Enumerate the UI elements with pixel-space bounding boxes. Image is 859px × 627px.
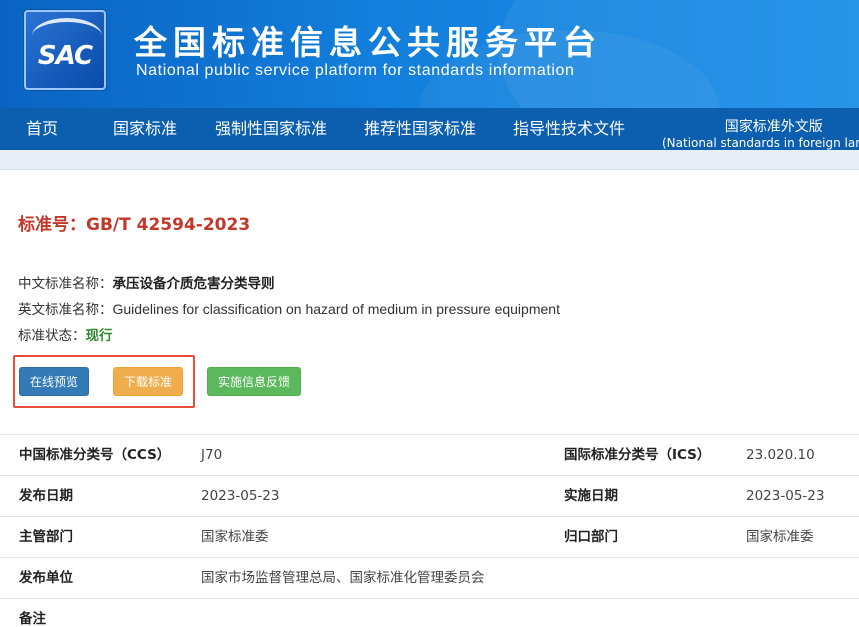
table-row: 备注 (0, 598, 859, 627)
publish-date-value: 2023-05-23 (201, 488, 280, 504)
impl-date-value: 2023-05-23 (746, 488, 825, 504)
nav-foreign-line2: (National standards in foreign langua (662, 136, 859, 150)
standard-number: GB/T 42594-2023 (86, 215, 251, 235)
publish-date-label: 发布日期 (19, 488, 73, 504)
cn-name-row: 中文标准名称：承压设备介质危害分类导则 (18, 272, 275, 292)
en-name-label: 英文标准名称： (18, 302, 113, 318)
nav-item-home[interactable]: 首页 (26, 108, 58, 150)
nav-foreign-line1: 国家标准外文版 (724, 119, 823, 135)
ics-label: 国际标准分类号（ICS） (564, 447, 711, 463)
dept-label: 主管部门 (19, 529, 73, 545)
status-row: 标准状态：现行 (18, 324, 113, 344)
table-row: 发布日期 2023-05-23 实施日期 2023-05-23 (0, 475, 859, 516)
impl-date-label: 实施日期 (564, 488, 618, 504)
owner-label: 归口部门 (564, 529, 618, 545)
status-value: 现行 (85, 328, 113, 344)
dept-value: 国家标准委 (201, 529, 269, 545)
sac-logo[interactable]: SAC (24, 10, 106, 90)
nav-item-guidance-documents[interactable]: 指导性技术文件 (513, 108, 625, 150)
status-label: 标准状态： (18, 328, 86, 344)
site-title-cn: 全国标准信息公共服务平台 (134, 23, 602, 62)
ccs-label: 中国标准分类号（CCS） (19, 447, 171, 463)
table-row: 主管部门 国家标准委 归口部门 国家标准委 (0, 516, 859, 557)
en-name-row: 英文标准名称：Guidelines for classification on … (18, 298, 560, 318)
nav-item-recommended-standards[interactable]: 推荐性国家标准 (364, 108, 476, 150)
ics-value: 23.020.10 (746, 447, 815, 463)
table-row: 中国标准分类号（CCS） J70 国际标准分类号（ICS） 23.020.10 (0, 434, 859, 475)
online-preview-button[interactable]: 在线预览 (19, 367, 89, 396)
cn-name-label: 中文标准名称： (18, 276, 113, 292)
owner-value: 国家标准委 (746, 529, 814, 545)
en-name-value: Guidelines for classification on hazard … (112, 301, 560, 317)
table-row: 发布单位 国家市场监督管理总局、国家标准化管理委员会 (0, 557, 859, 598)
publisher-label: 发布单位 (19, 570, 73, 586)
nav-item-national-standards[interactable]: 国家标准 (113, 108, 177, 150)
site-title-en: National public service platform for sta… (136, 62, 575, 79)
standard-number-label: 标准号： (18, 215, 86, 235)
implementation-feedback-button[interactable]: 实施信息反馈 (207, 367, 301, 396)
standard-number-heading: 标准号：GB/T 42594-2023 (18, 210, 250, 235)
logo-text: SAC (37, 41, 93, 71)
sub-bar (0, 150, 859, 170)
download-standard-button[interactable]: 下载标准 (113, 367, 183, 396)
main-nav: 首页 国家标准 强制性国家标准 推荐性国家标准 指导性技术文件 国家标准外文版 … (0, 108, 859, 150)
cn-name-value: 承压设备介质危害分类导则 (112, 276, 275, 292)
site-header: SAC 全国标准信息公共服务平台 National public service… (0, 0, 859, 108)
nav-item-mandatory-standards[interactable]: 强制性国家标准 (215, 108, 327, 150)
ccs-value: J70 (201, 447, 223, 463)
remark-label: 备注 (19, 611, 46, 627)
publisher-value: 国家市场监督管理总局、国家标准化管理委员会 (201, 570, 485, 586)
